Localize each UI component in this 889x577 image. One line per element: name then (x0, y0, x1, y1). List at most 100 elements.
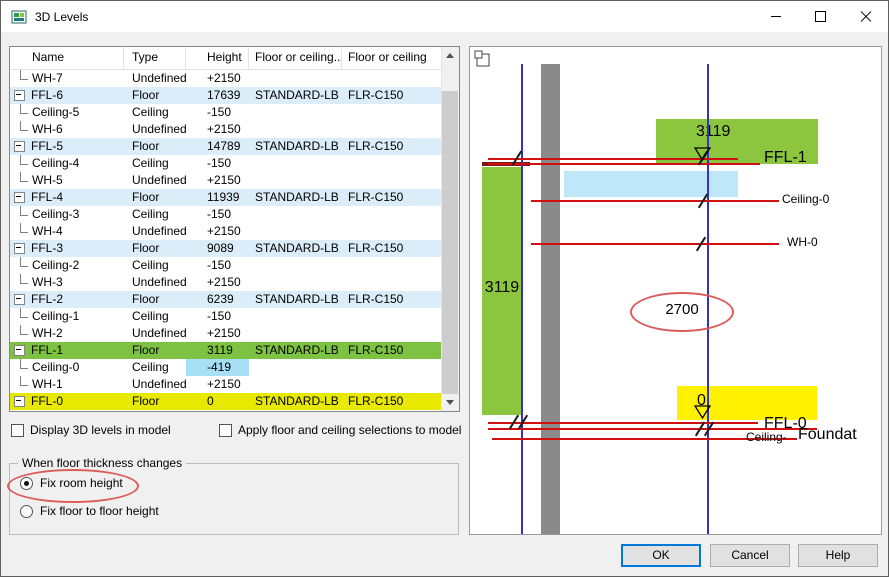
table-header: Name Type Height Floor or ceiling... Flo… (10, 47, 442, 70)
cell-name: WH-5 (10, 172, 124, 189)
cell-type: Ceiling (124, 308, 186, 325)
cell-floor-or-ceiling-1 (249, 104, 342, 121)
level-name: FFL-6 (31, 88, 63, 102)
collapse-toggle-icon[interactable] (14, 141, 25, 152)
cell-type: Ceiling (124, 155, 186, 172)
cell-type: Undefined (124, 325, 186, 342)
cell-floor-or-ceiling-1 (249, 257, 342, 274)
cell-name: Ceiling-2 (10, 257, 124, 274)
table-row-wh-6[interactable]: WH-6Undefined+2150 (10, 121, 442, 138)
fix-room-height-radio[interactable]: Fix room height (20, 476, 123, 490)
column-header-height[interactable]: Height (186, 47, 249, 69)
level-name: WH-2 (32, 326, 63, 340)
cell-floor-or-ceiling-1 (249, 274, 342, 291)
apply-selections-checkbox[interactable]: Apply floor and ceiling selections to mo… (219, 423, 461, 437)
cancel-button[interactable]: Cancel (710, 544, 790, 567)
checkbox-label: Apply floor and ceiling selections to mo… (238, 423, 461, 437)
table-row-wh-2[interactable]: WH-2Undefined+2150 (10, 325, 442, 342)
column-header-name[interactable]: Name (10, 47, 124, 69)
cell-name: Ceiling-4 (10, 155, 124, 172)
cell-floor-or-ceiling-2 (342, 274, 442, 291)
level-name: Ceiling-0 (32, 360, 79, 374)
tree-branch-icon (20, 172, 28, 182)
column-header-type[interactable]: Type (124, 47, 186, 69)
level-name: FFL-5 (31, 139, 63, 153)
cell-name: Ceiling-5 (10, 104, 124, 121)
column-header-floor-or-ceiling-1[interactable]: Floor or ceiling... (249, 47, 342, 69)
room-height-value: 3119 (482, 279, 522, 297)
table-row-wh-3[interactable]: WH-3Undefined+2150 (10, 274, 442, 291)
table-row-ceiling-5[interactable]: Ceiling-5Ceiling-150 (10, 104, 442, 121)
table-row-wh-5[interactable]: WH-5Undefined+2150 (10, 172, 442, 189)
table-row-wh-1[interactable]: WH-1Undefined+2150 (10, 376, 442, 393)
minimize-button[interactable] (753, 1, 798, 32)
cell-type: Undefined (124, 223, 186, 240)
cell-type: Undefined (124, 172, 186, 189)
cell-floor-or-ceiling-1 (249, 70, 342, 87)
grid-line-left (521, 64, 523, 534)
cell-height: +2150 (186, 223, 249, 240)
table-row-ffl-5[interactable]: FFL-5Floor14789STANDARD-LBFLR-C150 (10, 138, 442, 155)
cell-height: -150 (186, 155, 249, 172)
cell-floor-or-ceiling-1: STANDARD-LB (249, 342, 342, 359)
collapse-toggle-icon[interactable] (14, 294, 25, 305)
collapse-toggle-icon[interactable] (14, 243, 25, 254)
table-row-wh-4[interactable]: WH-4Undefined+2150 (10, 223, 442, 240)
cell-name: FFL-6 (10, 87, 124, 104)
table-row-ceiling-2[interactable]: Ceiling-2Ceiling-150 (10, 257, 442, 274)
minimize-icon (771, 16, 781, 17)
cell-floor-or-ceiling-1: STANDARD-LB (249, 291, 342, 308)
cell-floor-or-ceiling-1 (249, 206, 342, 223)
cell-floor-or-ceiling-2 (342, 104, 442, 121)
display-3d-levels-checkbox[interactable]: Display 3D levels in model (11, 423, 171, 437)
scroll-thumb[interactable] (442, 91, 458, 394)
ok-button[interactable]: OK (621, 544, 701, 567)
scroll-down-button[interactable] (442, 394, 458, 411)
fix-floor-to-floor-radio[interactable]: Fix floor to floor height (20, 504, 159, 518)
cell-height: +2150 (186, 70, 249, 87)
close-button[interactable] (843, 1, 888, 32)
collapse-toggle-icon[interactable] (14, 90, 25, 101)
collapse-toggle-icon[interactable] (14, 192, 25, 203)
cell-type: Floor (124, 138, 186, 155)
vertical-scrollbar[interactable] (441, 47, 459, 411)
cell-floor-or-ceiling-1: STANDARD-LB (249, 393, 342, 410)
table-row-wh-7[interactable]: WH-7Undefined+2150 (10, 70, 442, 87)
table-row-ffl-0[interactable]: FFL-0Floor0STANDARD-LBFLR-C150 (10, 393, 442, 410)
table-row-ffl-3[interactable]: FFL-3Floor9089STANDARD-LBFLR-C150 (10, 240, 442, 257)
table-row-ceiling-4[interactable]: Ceiling-4 Ceiling-150 (10, 155, 442, 172)
ffl1-height-value: 3119 (696, 123, 730, 141)
ceiling-slab (564, 171, 738, 197)
help-button[interactable]: Help (798, 544, 878, 567)
cell-name: WH-6 (10, 121, 124, 138)
zoom-window-icon[interactable] (474, 50, 492, 68)
cell-floor-or-ceiling-1: STANDARD-LB (249, 87, 342, 104)
preview-viewport[interactable]: 3119 3119 0 FFL-1 Cei (469, 46, 882, 535)
level-line-ceiling0 (531, 200, 779, 202)
collapse-toggle-icon[interactable] (14, 345, 25, 356)
level-name: WH-7 (32, 71, 63, 85)
table-row-ffl-6[interactable]: FFL-6Floor17639STANDARD-LBFLR-C150 (10, 87, 442, 104)
radio-circle (20, 477, 33, 490)
table-row-ffl-1[interactable]: FFL-1Floor3119STANDARD-LBFLR-C150 (10, 342, 442, 359)
cell-floor-or-ceiling-1 (249, 376, 342, 393)
scroll-up-button[interactable] (442, 47, 458, 64)
cell-height: -419 (186, 359, 249, 376)
collapse-toggle-icon[interactable] (14, 396, 25, 407)
level-name: WH-6 (32, 122, 63, 136)
tree-branch-icon (20, 274, 28, 284)
table-row-ceiling-0[interactable]: Ceiling-0Ceiling-419 (10, 359, 442, 376)
groupbox-title: When floor thickness changes (18, 456, 186, 470)
column-header-floor-or-ceiling-2[interactable]: Floor or ceiling (342, 47, 442, 69)
cell-type: Ceiling (124, 257, 186, 274)
ceiling-bottom-label: Ceiling- (746, 430, 787, 444)
cell-type: Ceiling (124, 206, 186, 223)
level-name: Ceiling-4 (32, 156, 79, 170)
cell-height: -150 (186, 104, 249, 121)
cell-floor-or-ceiling-1 (249, 223, 342, 240)
table-row-ffl-2[interactable]: FFL-2Floor6239STANDARD-LBFLR-C150 (10, 291, 442, 308)
table-row-ceiling-1[interactable]: Ceiling-1Ceiling-150 (10, 308, 442, 325)
table-row-ffl-4[interactable]: FFL-4Floor11939STANDARD-LBFLR-C150 (10, 189, 442, 206)
maximize-button[interactable] (798, 1, 843, 32)
table-row-ceiling-3[interactable]: Ceiling-3Ceiling-150 (10, 206, 442, 223)
